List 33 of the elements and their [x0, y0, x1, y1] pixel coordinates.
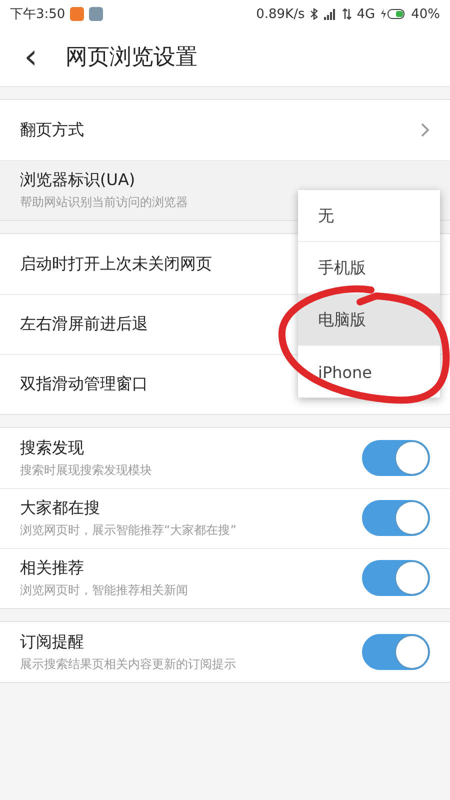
battery-percent: 40%	[411, 6, 440, 22]
setting-description: 浏览网页时，智能推荐相关新闻	[20, 582, 188, 598]
network-speed: 0.89K/s	[256, 6, 305, 22]
setting-label: 订阅提醒	[20, 632, 84, 652]
setting-label: 相关推荐	[20, 558, 84, 578]
setting-description: 展示搜索结果页相关内容更新的订阅提示	[20, 656, 236, 672]
status-time: 下午3:50	[10, 6, 66, 23]
setting-label: 翻页方式	[20, 120, 84, 140]
toggle-switch[interactable]	[362, 634, 430, 670]
menu-option[interactable]: 无	[298, 190, 440, 242]
network-type: 4G	[356, 6, 376, 22]
battery-charging-icon	[380, 8, 406, 20]
message-notification-icon	[89, 7, 104, 21]
back-button[interactable]: ‹	[20, 40, 42, 74]
toggle-switch[interactable]	[362, 440, 430, 476]
toggle-switch[interactable]	[362, 560, 430, 596]
setting-label: 左右滑屏前进后退	[20, 314, 148, 334]
setting-label: 大家都在搜	[20, 498, 100, 518]
toggle-switch[interactable]	[362, 500, 430, 536]
setting-label: 搜索发现	[20, 438, 84, 458]
chevron-right-icon	[420, 122, 430, 138]
setting-description: 帮助网站识别当前访问的浏览器	[20, 194, 188, 210]
setting-label: 双指滑动管理窗口	[20, 374, 148, 394]
setting-label: 启动时打开上次未关闭网页	[20, 254, 212, 274]
signal-icon	[322, 8, 337, 20]
setting-description: 浏览网页时，展示智能推荐“大家都在搜”	[20, 522, 236, 538]
menu-option[interactable]: 手机版	[298, 242, 440, 294]
app-notification-icon	[70, 7, 84, 21]
setting-description: 搜索时展现搜索发现模块	[20, 462, 152, 478]
bluetooth-icon	[310, 8, 318, 20]
data-arrows-icon	[342, 8, 352, 20]
page-title: 网页浏览设置	[66, 44, 198, 72]
setting-label: 浏览器标识(UA)	[20, 170, 136, 190]
